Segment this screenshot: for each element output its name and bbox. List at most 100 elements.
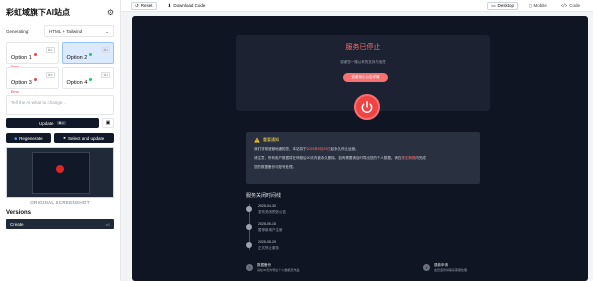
sidebar-header: 彩虹域旗下AI站点 ⚙ — [6, 4, 114, 20]
generating-row: Generating: HTML + Tailwind ⌄ — [6, 24, 114, 38]
timeline-dot — [246, 242, 252, 248]
refresh-icon: ■ — [14, 135, 18, 141]
version-item[interactable]: Create v1 — [6, 219, 114, 229]
shortcut-badge: ⌘↵ — [56, 121, 67, 125]
code-label: Code — [569, 3, 580, 8]
update-button[interactable]: Update ⌘↵ — [6, 118, 99, 128]
image-upload-icon[interactable]: ▣ — [102, 118, 114, 128]
regenerate-label: Regenerate — [19, 135, 43, 141]
notice-text: 起永久停止运营。 — [330, 147, 359, 151]
preview-pane: 服务已停止 感谢您一路以来的支持与信任 查看停止公告详情 重要通知 我们非常遗憾… — [132, 16, 588, 281]
option-error: Error — [11, 90, 19, 94]
reset-icon: ↺ — [135, 2, 139, 8]
desktop-tab[interactable]: ▭ Desktop — [487, 1, 518, 10]
reset-label: Reset — [140, 3, 153, 8]
monitor-icon: ▭ — [491, 2, 496, 8]
code-tab[interactable]: </> Code — [558, 2, 583, 10]
option-label: Option 4 — [66, 80, 88, 86]
option-1[interactable]: Option 1 Error ⌘1 — [6, 42, 59, 69]
versions-title: Versions — [6, 210, 32, 216]
original-screenshot-label: ORIGINAL SCREENSHOT — [30, 200, 90, 205]
app-title: 彩虹域旗下AI站点 — [6, 7, 70, 17]
timeline-desc: 发布关闭预告公告 — [258, 210, 286, 214]
notice-header: 重要通知 — [254, 137, 472, 143]
prompt-input[interactable]: Tell the AI what to change... — [6, 95, 114, 115]
cursor-icon: ▸ — [63, 135, 66, 140]
status-dot — [33, 53, 37, 57]
version-tag: v1 — [105, 221, 110, 227]
option-4[interactable]: Option 4 ⌘4 — [61, 67, 114, 89]
generating-label: Generating: — [6, 28, 30, 34]
options-grid: Option 1 Error ⌘1 Option 2 ⌘2 Option 3 E… — [6, 42, 114, 94]
footer-desc: 会员退款请联系客服处理 — [434, 268, 468, 272]
notice-box: 重要通知 我们非常遗憾地通知您，本站将于2025年5月29日起永久停止运营。 请… — [246, 132, 480, 184]
download-icon: ⬇ — [167, 2, 172, 8]
notice-highlight: 2025年5月29日 — [306, 147, 331, 151]
timeline-desc: 正式停止服务 — [258, 246, 279, 250]
notice-heading: 重要通知 — [263, 137, 279, 142]
download-label: Download Code — [173, 3, 206, 8]
notice-text: 请注意，所有用户数据将在停服后30天内被永久删除，如有需要请及时导出您的个人数据… — [254, 156, 402, 160]
notice-line-1: 我们非常遗憾地通知您，本站将于2025年5月29日起永久停止运营。 — [254, 147, 472, 152]
sidebar: 彩虹域旗下AI站点 ⚙ Generating: HTML + Tailwind … — [0, 0, 121, 281]
timeline-dot — [246, 206, 252, 212]
timeline-item: 2025-05-29 正式停止服务 — [246, 240, 366, 252]
mobile-label: Mobile — [533, 3, 547, 8]
original-screenshot-thumbnail[interactable] — [6, 147, 114, 198]
timeline-desc: 暂停新用户注册 — [258, 228, 283, 232]
update-row: Update ⌘↵ ▣ — [6, 118, 114, 128]
option-label: Option 2 — [66, 55, 88, 61]
shortcut-badge: ⌘1 — [45, 47, 55, 53]
select-update-button[interactable]: ▸ Select and update — [54, 133, 114, 143]
chevron-down-icon: ⌄ — [105, 29, 109, 34]
database-icon: ≡ — [246, 264, 253, 271]
desktop-label: Desktop — [497, 3, 514, 8]
page-title: 服务已停止 — [345, 44, 381, 51]
phone-icon: ▯ — [528, 2, 532, 8]
option-2[interactable]: Option 2 ⌘2 — [61, 42, 114, 64]
regenerate-button[interactable]: ■ Regenerate — [6, 133, 51, 143]
timeline-date: 2025-05-29 — [258, 240, 276, 244]
notice-text: 内完成 — [415, 156, 426, 160]
timeline-date: 2025-05-15 — [258, 222, 276, 226]
update-label: Update — [38, 120, 54, 126]
version-name: Create — [10, 221, 24, 227]
footer-desc: 请在30天内导出个人数据及作品 — [257, 268, 300, 272]
thumbnail-power-mark — [56, 165, 64, 173]
refund-icon: ¥ — [423, 264, 430, 271]
shortcut-badge: ⌘4 — [101, 72, 110, 78]
status-dot — [89, 78, 93, 82]
stack-select-value: HTML + Tailwind — [49, 29, 83, 34]
stack-select[interactable]: HTML + Tailwind ⌄ — [44, 25, 114, 37]
timeline-item: 2025-04-30 发布关闭预告公告 — [246, 204, 366, 216]
power-icon — [354, 94, 380, 120]
reset-button[interactable]: ↺ Reset — [131, 1, 157, 10]
timeline-dot — [246, 224, 252, 230]
option-label: Option 3 — [11, 80, 32, 86]
shortcut-badge: ⌘3 — [45, 72, 55, 78]
notice-line-3: 您的数据备份与账号处理。 — [254, 165, 296, 169]
gear-icon[interactable]: ⚙ — [107, 8, 114, 17]
thumbnail-card — [32, 152, 90, 194]
status-card: 服务已停止 感谢您一路以来的支持与信任 查看停止公告详情 — [236, 35, 490, 120]
notice-text: 我们非常遗憾地通知您，本站将于 — [254, 147, 307, 151]
shortcut-badge: ⌘2 — [101, 47, 110, 53]
select-update-label: Select and update — [67, 135, 105, 141]
option-3[interactable]: Option 3 Error ⌘3 — [6, 67, 59, 94]
regen-row: ■ Regenerate ▸ Select and update — [6, 133, 114, 143]
option-label: Option 1 — [11, 55, 32, 61]
view-switcher: ▭ Desktop ▯ Mobile </> Code — [487, 1, 583, 10]
notice-highlight: 规定期限 — [401, 156, 416, 160]
warning-icon — [254, 137, 260, 143]
status-dot — [89, 53, 93, 57]
mobile-tab[interactable]: ▯ Mobile — [526, 2, 550, 10]
page-subtitle: 感谢您一路以来的支持与信任 — [340, 60, 386, 64]
announcement-button[interactable]: 查看停止公告详情 — [343, 73, 388, 82]
notice-line-2: 请注意，所有用户数据将在停服后30天内被永久删除，如有需要请及时导出您的个人数据… — [254, 156, 472, 161]
download-button[interactable]: ⬇ Download Code — [165, 2, 209, 10]
timeline-date: 2025-04-30 — [258, 204, 276, 208]
top-toolbar: ↺ Reset ⬇ Download Code ▭ Desktop ▯ Mobi… — [121, 0, 593, 12]
timeline-title: 服务关闭时间线 — [246, 193, 282, 199]
timeline-item: 2025-05-15 暂停新用户注册 — [246, 222, 366, 234]
status-dot — [33, 78, 37, 82]
